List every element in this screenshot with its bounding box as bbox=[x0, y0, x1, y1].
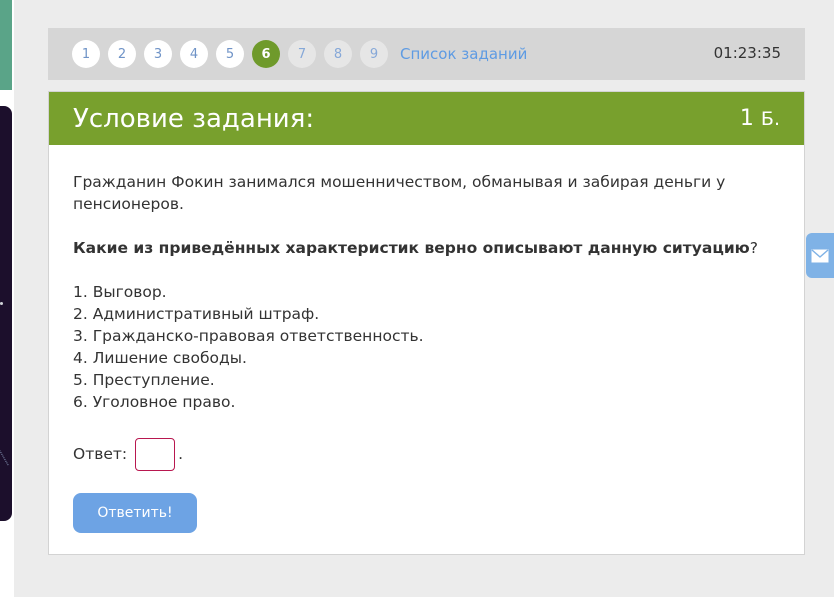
answer-option: 2. Административный штраф. bbox=[73, 305, 320, 323]
left-sidebar-dotted-line bbox=[0, 442, 18, 466]
task-number-6-current[interactable]: 6 bbox=[252, 40, 280, 68]
task-description: Гражданин Фокин занимался мошенничеством… bbox=[73, 173, 726, 213]
answer-option: 4. Лишение свободы. bbox=[73, 349, 247, 367]
answer-option: 1. Выговор. bbox=[73, 283, 167, 301]
answer-suffix: . bbox=[178, 445, 184, 463]
answer-options-list: 1. Выговор. 2. Административный штраф. 3… bbox=[73, 281, 780, 413]
answer-label: Ответ: bbox=[73, 445, 128, 463]
task-list-link[interactable]: Список заданий bbox=[400, 45, 527, 63]
left-sidebar-dark-panel bbox=[0, 106, 18, 521]
task-question-text: Какие из приведённых характеристик верно… bbox=[73, 239, 750, 257]
task-card-header: Условие задания: 1 Б. bbox=[49, 92, 804, 145]
task-score: 1 Б. bbox=[740, 106, 780, 131]
task-number-5[interactable]: 5 bbox=[216, 40, 244, 68]
task-number-9[interactable]: 9 bbox=[360, 40, 388, 68]
answer-option: 3. Гражданско-правовая ответственность. bbox=[73, 327, 424, 345]
task-number-4[interactable]: 4 bbox=[180, 40, 208, 68]
task-card: Условие задания: 1 Б. Гражданин Фокин за… bbox=[48, 91, 805, 555]
countdown-timer: 01:23:35 bbox=[713, 44, 781, 62]
task-number-2[interactable]: 2 bbox=[108, 40, 136, 68]
left-sidebar-dot bbox=[0, 302, 3, 305]
task-card-body: Гражданин Фокин занимался мошенничеством… bbox=[49, 145, 804, 533]
task-question: Какие из приведённых характеристик верно… bbox=[73, 237, 780, 259]
task-navigation-bar: 1 2 3 4 5 6 7 8 9 Список заданий 01:23:3… bbox=[48, 28, 805, 80]
task-number-list: 1 2 3 4 5 6 7 8 9 Список заданий bbox=[72, 40, 527, 68]
submit-answer-button[interactable]: Ответить! bbox=[73, 493, 197, 533]
task-score-value: 1 bbox=[739, 106, 754, 131]
task-number-7[interactable]: 7 bbox=[288, 40, 316, 68]
task-number-3[interactable]: 3 bbox=[144, 40, 172, 68]
answer-option: 5. Преступление. bbox=[73, 371, 215, 389]
task-question-mark: ? bbox=[749, 239, 758, 257]
left-sidebar-green-block bbox=[0, 0, 12, 90]
task-score-unit: Б. bbox=[760, 108, 780, 130]
left-sidebar-edge bbox=[0, 0, 18, 597]
mail-icon bbox=[811, 248, 829, 262]
task-number-8[interactable]: 8 bbox=[324, 40, 352, 68]
task-card-title: Условие задания: bbox=[73, 103, 315, 134]
task-number-1[interactable]: 1 bbox=[72, 40, 100, 68]
answer-row: Ответ: . bbox=[73, 437, 780, 471]
answer-option: 6. Уголовное право. bbox=[73, 393, 236, 411]
answer-input[interactable] bbox=[135, 437, 176, 471]
feedback-mail-tab[interactable] bbox=[806, 233, 834, 278]
